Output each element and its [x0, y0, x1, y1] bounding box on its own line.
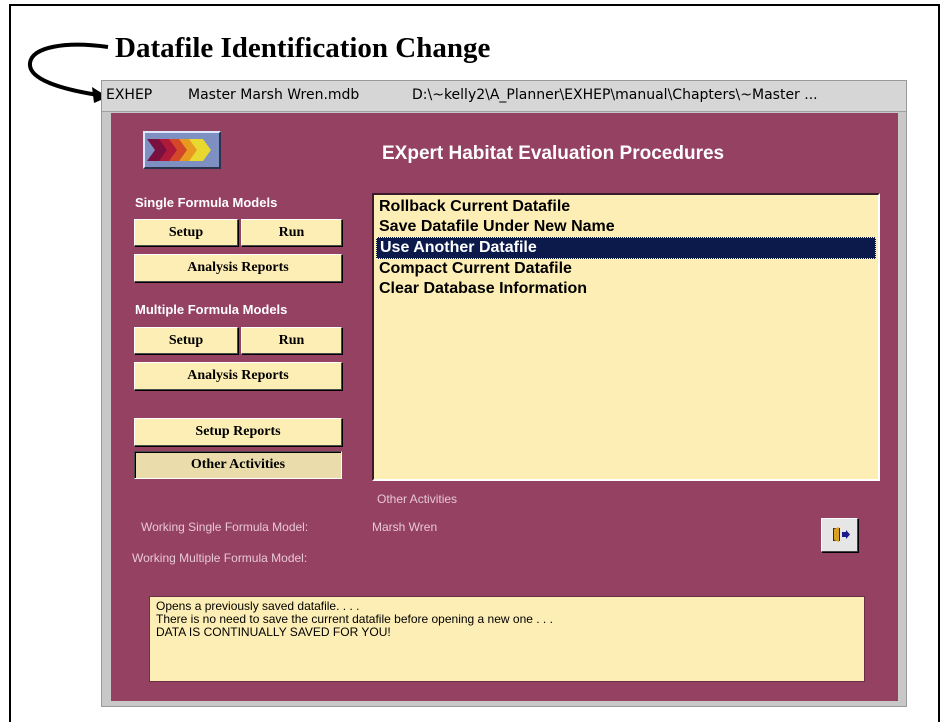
- title-app-name: EXHEP: [106, 87, 153, 103]
- description-panel: Opens a previously saved datafile. . . .…: [149, 596, 865, 682]
- multiple-analysis-reports-button[interactable]: Analysis Reports: [134, 362, 342, 390]
- working-single-value: Marsh Wren: [372, 520, 438, 534]
- list-item-clear-database[interactable]: Clear Database Information: [376, 279, 876, 301]
- multiple-setup-button[interactable]: Setup: [134, 327, 238, 354]
- multicolor-arrows-logo-icon: [143, 131, 221, 169]
- application-window: EXHEP Master Marsh Wren.mdb D:\~kelly2\A…: [101, 80, 907, 707]
- list-item-compact[interactable]: Compact Current Datafile: [376, 259, 876, 281]
- exit-button[interactable]: [821, 518, 858, 552]
- activities-listbox[interactable]: Rollback Current Datafile Save Datafile …: [372, 193, 880, 481]
- multiple-formula-label: Multiple Formula Models: [135, 302, 288, 317]
- listbox-caption: Other Activities: [377, 492, 458, 506]
- app-title: EXpert Habitat Evaluation Procedures: [382, 143, 725, 164]
- list-item-rollback[interactable]: Rollback Current Datafile: [376, 197, 876, 219]
- list-item-save-as[interactable]: Save Datafile Under New Name: [376, 217, 876, 239]
- other-activities-button[interactable]: Other Activities: [134, 451, 342, 479]
- description-line: DATA IS CONTINUALLY SAVED FOR YOU!: [156, 625, 391, 639]
- single-run-button[interactable]: Run: [241, 219, 342, 246]
- single-setup-button[interactable]: Setup: [134, 219, 238, 246]
- title-bar: EXHEP Master Marsh Wren.mdb D:\~kelly2\A…: [102, 81, 906, 112]
- figure-heading: Datafile Identification Change: [115, 32, 491, 64]
- single-formula-label: Single Formula Models: [135, 195, 278, 210]
- setup-reports-button[interactable]: Setup Reports: [134, 418, 342, 446]
- exit-door-icon: [833, 527, 850, 542]
- working-multiple-label: Working Multiple Formula Model:: [132, 551, 308, 565]
- title-file-path: D:\~kelly2\A_Planner\EXHEP\manual\Chapte…: [412, 87, 818, 103]
- title-file-name: Master Marsh Wren.mdb: [188, 87, 360, 103]
- list-item-use-another-datafile[interactable]: Use Another Datafile: [376, 237, 876, 259]
- multiple-run-button[interactable]: Run: [241, 327, 342, 354]
- working-single-label: Working Single Formula Model:: [141, 520, 309, 534]
- main-form: EXpert Habitat Evaluation Procedures Sin…: [111, 113, 898, 701]
- single-analysis-reports-button[interactable]: Analysis Reports: [134, 254, 342, 282]
